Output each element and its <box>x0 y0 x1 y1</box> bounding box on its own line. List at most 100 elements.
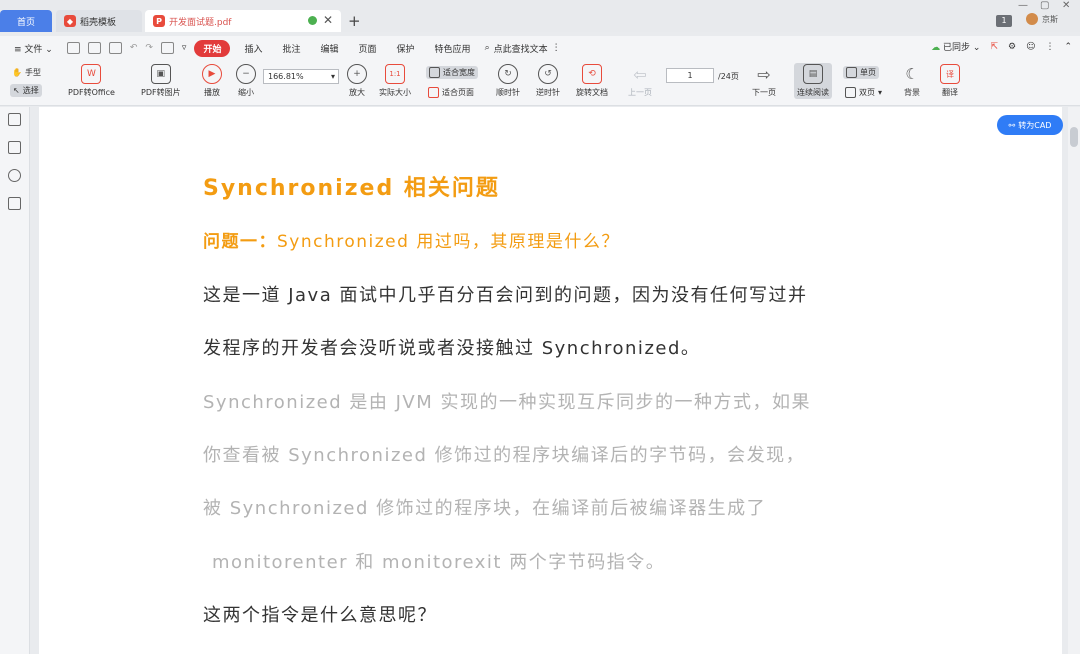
minimize-icon[interactable]: — <box>1018 0 1028 11</box>
translate-button[interactable]: 译 翻译 <box>940 64 960 98</box>
actual-size-icon: 1:1 <box>385 64 405 84</box>
settings-icon[interactable]: ⚙ <box>1008 42 1016 52</box>
continuous-reading-button[interactable]: ▤ 连续阅读 <box>794 63 832 99</box>
paragraph-line: 这是一道 Java 面试中几乎百分百会问到的问题，因为没有任何写过并 <box>203 285 808 306</box>
rotate-cw-label: 顺时针 <box>496 88 520 97</box>
rotate-document-button[interactable]: ⟲ 旋转文档 <box>576 64 608 98</box>
zoom-select[interactable]: 166.81% ▾ <box>263 69 339 84</box>
single-page-label: 单页 <box>860 68 876 77</box>
single-page-button[interactable]: 单页 <box>843 66 879 79</box>
question-text: Synchronized 用过吗，其原理是什么？ <box>277 232 620 252</box>
window-count-badge[interactable]: 1 <box>996 15 1012 27</box>
actual-size-button[interactable]: 1:1 实际大小 <box>379 64 411 98</box>
tab-template-label: 稻壳模板 <box>80 17 117 28</box>
customize-chevron-icon[interactable]: ▿ <box>182 43 187 53</box>
menu-bar: ≡ 文件 ⌄ ↶ ↷ ▿ 开始 插入 批注 编辑 页面 保护 特色应用 ⌕ 点此… <box>0 36 1080 60</box>
menu-annotate[interactable]: 批注 <box>276 40 306 57</box>
annotations-icon[interactable] <box>8 169 21 182</box>
chevron-down-icon: ▾ <box>878 88 883 97</box>
translate-icon: 译 <box>940 64 960 84</box>
menu-page[interactable]: 页面 <box>353 40 383 57</box>
sync-label: 已同步 <box>943 43 971 53</box>
attachments-icon[interactable] <box>8 197 21 210</box>
rotate-cw-button[interactable]: ↻ 顺时针 <box>496 64 520 98</box>
play-icon: ▶ <box>202 64 222 84</box>
double-page-button[interactable]: 双页 ▾ <box>845 87 882 98</box>
close-tab-icon[interactable]: ✕ <box>323 13 333 27</box>
prev-page-button[interactable]: ⇦ 上一页 <box>628 64 652 98</box>
zoom-in-button[interactable]: + 放大 <box>347 64 367 98</box>
paragraph-line: 发程序的开发者会没听说或者没接触过 Synchronized。 <box>203 338 701 359</box>
print-icon[interactable] <box>108 42 122 54</box>
rotate-ccw-button[interactable]: ↺ 逆时针 <box>536 64 560 98</box>
avatar <box>1026 13 1038 25</box>
rotate-cw-icon: ↻ <box>498 64 518 84</box>
tab-document-label: 开发面试题.pdf <box>169 17 232 28</box>
convert-to-cad-button[interactable]: ⚯ 转为CAD <box>997 115 1063 135</box>
chevron-down-icon: ▾ <box>330 72 335 81</box>
user-name: 京斯 <box>1042 14 1058 24</box>
new-tab-icon[interactable]: + <box>348 12 361 30</box>
question-heading: 问题一：Synchronized 用过吗，其原理是什么？ <box>203 227 620 252</box>
sync-button[interactable]: ☁ 已同步 ⌄ <box>931 40 980 53</box>
share-icon[interactable]: ⇱ <box>990 42 998 52</box>
pdf-file-icon: P <box>153 15 165 27</box>
pdf-to-office-button[interactable]: W PDF转Office <box>68 64 115 98</box>
scroll-thumb[interactable] <box>1070 127 1078 147</box>
menu-features[interactable]: 特色应用 <box>429 40 477 57</box>
tab-home[interactable]: 首页 <box>0 10 52 32</box>
more-menu-icon[interactable]: ⋮ <box>1045 42 1054 52</box>
translate-label: 翻译 <box>942 88 958 97</box>
paragraph-line: Synchronized 是由 JVM 实现的一种实现互斥同步的一种方式，如果 <box>203 392 811 413</box>
fit-page-label: 适合页面 <box>442 88 474 97</box>
arrow-right-icon: ⇨ <box>757 64 771 84</box>
open-folder-icon[interactable] <box>66 42 80 54</box>
zoom-out-button[interactable]: − 缩小 <box>236 64 256 98</box>
select-tool[interactable]: ↖ 选择 <box>10 84 42 97</box>
zoom-in-label: 放大 <box>349 88 365 97</box>
prev-page-label: 上一页 <box>628 88 652 97</box>
fit-width-button[interactable]: 适合宽度 <box>426 66 478 79</box>
title-bar: 首页 ◆ 稻壳模板 P 开发面试题.pdf ✕ + — ▢ ✕ 1 京斯 <box>0 0 1080 32</box>
user-account[interactable]: 京斯 <box>1026 13 1058 25</box>
question-label: 问题一： <box>203 232 277 252</box>
find-text-label: 点此查找文本 <box>493 44 548 55</box>
ribbon-toolbar: ✋ 手型 ↖ 选择 W PDF转Office ▣ PDF转图片 ▶ 播放 − 缩小 … <box>0 60 1080 106</box>
fit-page-button[interactable]: 适合页面 <box>428 87 474 98</box>
arrow-left-icon: ⇦ <box>633 64 647 84</box>
feedback-icon[interactable]: ☺ <box>1026 42 1035 52</box>
hand-tool[interactable]: ✋ 手型 <box>12 67 41 78</box>
menu-protect[interactable]: 保护 <box>391 40 421 57</box>
cloud-sync-icon: ☁ <box>931 43 941 53</box>
single-page-icon <box>846 67 857 78</box>
menu-insert[interactable]: 插入 <box>238 40 268 57</box>
zoom-out-label: 缩小 <box>238 88 254 97</box>
page-total: /24页 <box>718 72 739 81</box>
close-window-icon[interactable]: ✕ <box>1062 0 1070 11</box>
redo-icon[interactable]: ↷ <box>145 43 153 53</box>
quick-access-icon[interactable] <box>160 42 174 54</box>
file-menu[interactable]: ≡ 文件 ⌄ <box>8 40 59 57</box>
actual-size-label: 实际大小 <box>379 88 411 97</box>
tab-template[interactable]: ◆ 稻壳模板 <box>56 10 142 32</box>
play-button[interactable]: ▶ 播放 <box>202 64 222 98</box>
page-number-input[interactable]: 1 <box>666 68 714 83</box>
bookmarks-icon[interactable] <box>8 141 21 154</box>
undo-icon[interactable]: ↶ <box>130 43 138 53</box>
more-icon: ⋮ <box>551 43 561 53</box>
find-text[interactable]: ⌕ 点此查找文本 ⋮ <box>485 42 561 55</box>
rotate-document-icon: ⟲ <box>582 64 602 84</box>
save-icon[interactable] <box>87 42 101 54</box>
pdf-to-image-label: PDF转图片 <box>141 88 181 97</box>
tab-document[interactable]: P 开发面试题.pdf ✕ <box>145 10 341 32</box>
thumbnails-icon[interactable] <box>8 113 21 126</box>
background-button[interactable]: ☾ 背景 <box>902 64 922 98</box>
paragraph-line: monitorenter 和 monitorexit 两个字节码指令。 <box>212 552 666 573</box>
menu-edit[interactable]: 编辑 <box>315 40 345 57</box>
menu-start[interactable]: 开始 <box>194 39 231 57</box>
collapse-ribbon-icon[interactable]: ⌃ <box>1064 42 1072 52</box>
maximize-icon[interactable]: ▢ <box>1040 0 1049 11</box>
next-page-button[interactable]: ⇨ 下一页 <box>752 64 776 98</box>
vertical-scrollbar[interactable] <box>1068 107 1080 654</box>
pdf-to-image-button[interactable]: ▣ PDF转图片 <box>141 64 181 98</box>
